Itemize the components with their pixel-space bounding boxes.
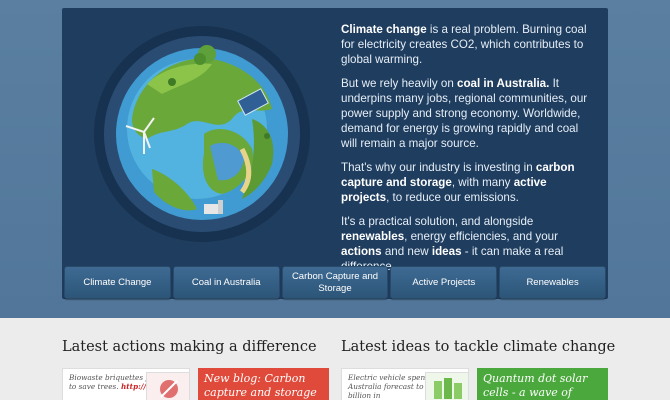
- hero-p1-bold: Climate change: [341, 23, 427, 36]
- tab-active-projects[interactable]: Active Projects: [390, 266, 498, 299]
- hero-p4-text-c: and new: [381, 245, 432, 258]
- red-leaf-icon: [147, 373, 189, 400]
- globe-icon: [94, 26, 310, 242]
- hero-p2-text-a: But we rely heavily on: [341, 77, 457, 90]
- hero-paragraph-4: It's a practical solution, and alongside…: [341, 214, 591, 274]
- tab-carbon-capture-and-storage[interactable]: Carbon Capture and Storage: [281, 266, 389, 299]
- tab-climate-change[interactable]: Climate Change: [64, 266, 171, 299]
- hero-paragraph-2: But we rely heavily on coal in Australia…: [341, 76, 591, 151]
- latest-ideas-heading: Latest ideas to tackle climate change: [341, 339, 616, 355]
- hero-panel: Climate change is a real problem. Burnin…: [62, 8, 608, 299]
- hero-p4-text-b: , energy efficiencies, and your: [404, 230, 558, 243]
- topic-tabs: Climate Change Coal in Australia Carbon …: [62, 266, 608, 299]
- carbon-capture-blog-promo[interactable]: New blog: Carbon capture and storage in: [198, 368, 329, 400]
- idea-thumbnail[interactable]: [425, 372, 469, 400]
- hero-p4-bold-3: ideas: [431, 245, 462, 258]
- action-thumbnail[interactable]: [146, 372, 190, 400]
- globe-illustration: [92, 24, 312, 244]
- hero-p3-text-c: , to reduce our emissions.: [386, 191, 519, 204]
- hero-p3-text-a: That's why our industry is investing in: [341, 161, 536, 174]
- hero-p4-text-a: It's a practical solution, and alongside: [341, 215, 534, 228]
- quantum-dot-promo[interactable]: Quantum dot solar cells - a wave of futu…: [477, 368, 608, 400]
- tab-renewables[interactable]: Renewables: [499, 266, 606, 299]
- hero-p3-text-b: , with many: [451, 176, 514, 189]
- hero-paragraph-1: Climate change is a real problem. Burnin…: [341, 22, 591, 67]
- latest-actions-heading: Latest actions making a difference: [62, 339, 317, 355]
- hero-description: Climate change is a real problem. Burnin…: [341, 22, 591, 283]
- battery-icon: [426, 373, 468, 400]
- hero-p4-bold-2: actions: [341, 245, 382, 258]
- hero-p4-bold-1: renewables: [341, 230, 405, 243]
- hero-p2-bold: coal in Australia.: [457, 77, 550, 90]
- hero-paragraph-3: That's why our industry is investing in …: [341, 160, 591, 205]
- tab-coal-in-australia[interactable]: Coal in Australia: [172, 266, 280, 299]
